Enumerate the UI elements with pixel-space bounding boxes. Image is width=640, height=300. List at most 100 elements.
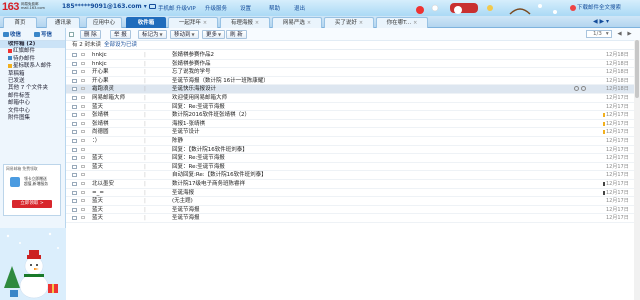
subject-text[interactable]: 数计院17级电子商务班陈睿祥	[172, 180, 245, 189]
sidebar-item-folder[interactable]: 红旗邮件	[0, 48, 65, 55]
table-row[interactable]: 张靖祺 | 海报1-张靖祺 12月17日	[66, 120, 640, 129]
sender-name[interactable]: hnkjc	[92, 60, 140, 69]
link-mobile[interactable]: 手机邮	[158, 4, 175, 12]
sender-name[interactable]: 张靖祺	[92, 111, 140, 120]
table-row[interactable]: 尚德圆 | 圣诞节设计 12月17日	[66, 128, 640, 137]
page-select[interactable]: 1/3 ▾	[586, 30, 612, 38]
table-row[interactable]: 蓝天 | 回复：Re:圣诞节海报 12月17日	[66, 154, 640, 163]
subject-text[interactable]: 回复：Re:圣诞节海报	[172, 163, 225, 172]
close-icon[interactable]: ×	[359, 20, 363, 26]
row-checkbox[interactable]	[72, 216, 77, 221]
tab-poster[interactable]: 有理海报 ×	[220, 17, 270, 28]
link-settings[interactable]: 设置	[240, 4, 251, 12]
row-checkbox[interactable]	[72, 104, 77, 109]
move-to-button[interactable]: 移动到▼	[170, 30, 199, 39]
table-row[interactable]: 蓝天 | 圣诞节海报 12月17日	[66, 206, 640, 215]
subject-text[interactable]: 欢迎使用网易邮箱大师	[172, 94, 227, 103]
subject-text[interactable]: 回复：Re:圣诞节海报	[172, 154, 225, 163]
more-button[interactable]: 更多▼	[202, 30, 226, 39]
subject-text[interactable]: 回复：【数计院16软件班刘泰】	[172, 146, 248, 155]
tab-home[interactable]: 首页	[3, 17, 37, 28]
account-name[interactable]: 185*****9091@163.com ▾	[62, 3, 147, 10]
table-row[interactable]: | 自动回复:Re:【数计院16软件班刘泰】 12月17日	[66, 171, 640, 180]
tab-review[interactable]: 买了说好 ×	[324, 17, 374, 28]
clock-icon[interactable]	[574, 86, 579, 92]
table-row[interactable]: ：） | 陈静 12月17日	[66, 137, 640, 146]
sender-name[interactable]: 蓝天	[92, 206, 140, 215]
row-checkbox[interactable]	[72, 70, 77, 75]
next-page-button[interactable]: ▶	[627, 31, 631, 37]
sidebar-item-folder[interactable]: 邮箱中心	[0, 100, 65, 107]
report-button[interactable]: 举 报	[110, 30, 131, 39]
subject-text[interactable]: 忘了说我的学号	[172, 68, 211, 77]
subject-text[interactable]: 陈静	[172, 137, 183, 146]
subject-text[interactable]: 圣诞节设计	[172, 128, 200, 137]
scrollbar-thumb[interactable]	[635, 40, 639, 98]
sender-name[interactable]: hnkjc	[92, 51, 140, 60]
promo-card[interactable]: 网易邮箱 免费领取 领卡立即赠送 超值,新增服务 立即领取 >	[3, 164, 61, 216]
row-checkbox[interactable]	[72, 173, 77, 178]
table-row[interactable]: 网易邮箱大师 | 欢迎使用网易邮箱大师 12月17日	[66, 94, 640, 103]
table-row[interactable]: hnkjc | 张婧祺参赛作品2 12月18日	[66, 51, 640, 60]
compose-button[interactable]: 写信	[34, 30, 52, 38]
row-checkbox[interactable]	[72, 95, 77, 100]
table-row[interactable]: hnkjc | 张婧祺参赛作品 12月18日	[66, 60, 640, 69]
tab-inbox[interactable]: 收件箱	[126, 17, 166, 28]
close-icon[interactable]: ×	[255, 20, 259, 26]
row-checkbox[interactable]	[72, 199, 77, 204]
sidebar-item-folder[interactable]: 其他 7 个文件夹	[0, 85, 65, 92]
row-checkbox[interactable]	[72, 190, 77, 195]
link-upgrade[interactable]: 升级服务	[205, 4, 227, 12]
sidebar-item-folder[interactable]: 星标联系人邮件	[0, 63, 65, 70]
row-checkbox[interactable]	[72, 138, 77, 143]
receive-button[interactable]: 收信	[3, 30, 21, 38]
sidebar-item-folder[interactable]: 文件中心	[0, 108, 65, 115]
tab-where[interactable]: 你在哪T... ×	[376, 17, 428, 28]
row-checkbox[interactable]	[72, 181, 77, 186]
sender-name[interactable]: 北以墨安	[92, 180, 140, 189]
subject-text[interactable]: 圣诞节海报	[172, 214, 200, 223]
subject-text[interactable]: 圣诞节海报	[172, 206, 200, 215]
close-icon[interactable]: ×	[413, 20, 417, 26]
select-all-checkbox[interactable]	[69, 32, 74, 37]
sender-name[interactable]: 网易邮箱大师	[92, 94, 140, 103]
link-logout[interactable]: 退出	[294, 4, 305, 12]
prev-page-button[interactable]: ◀	[617, 31, 621, 37]
table-row[interactable]: 开心果 | 忘了说我的学号 12月18日	[66, 68, 640, 77]
tab-new-year[interactable]: 一起拜年 ×	[168, 17, 218, 28]
sender-name[interactable]: ：）	[92, 137, 140, 146]
row-checkbox[interactable]	[72, 61, 77, 66]
tab-yanxuan[interactable]: 网易严选 ×	[272, 17, 322, 28]
sender-name[interactable]: 开心果	[92, 77, 140, 86]
delete-icon[interactable]	[581, 86, 586, 92]
mark-all-read-link[interactable]: 全部设为已读	[104, 42, 137, 48]
table-row[interactable]: 开心果 | 圣诞节海报（数计院 16计一班陈康耀） 12月18日	[66, 77, 640, 86]
sender-name[interactable]: 开心果	[92, 68, 140, 77]
row-checkbox[interactable]	[72, 207, 77, 212]
row-checkbox[interactable]	[72, 147, 77, 152]
sender-name[interactable]: 蓝天	[92, 163, 140, 172]
row-checkbox[interactable]	[72, 87, 77, 92]
subject-text[interactable]: 自动回复:Re:【数计院16软件班刘泰】	[172, 171, 267, 180]
sender-name[interactable]: =_=	[92, 189, 140, 198]
table-row[interactable]: 霜跑浪灵 | 圣诞快乐海报设计 12月18日	[66, 85, 640, 94]
close-icon[interactable]: ×	[307, 20, 311, 26]
link-vip[interactable]: 升级VIP	[176, 4, 196, 12]
tab-navigation[interactable]: ◀ ▶ ▾	[593, 18, 609, 25]
subject-text[interactable]: 圣诞节海报（数计院 16计一班陈康耀）	[172, 77, 269, 86]
sender-name[interactable]: 蓝天	[92, 103, 140, 112]
row-checkbox[interactable]	[72, 156, 77, 161]
scrollbar[interactable]	[634, 40, 640, 300]
download-search-link[interactable]: 下载邮件全文搜索	[570, 3, 621, 11]
subject-text[interactable]: 回复：Re:圣诞节海报	[172, 103, 225, 112]
logo[interactable]: 163 网易免费邮 mail.163.com	[2, 1, 58, 14]
mark-as-button[interactable]: 标记为▼	[138, 30, 167, 39]
tab-apps[interactable]: 应用中心	[86, 17, 122, 28]
sender-name[interactable]: 张靖祺	[92, 120, 140, 129]
sidebar-item-folder[interactable]: 草稿箱	[0, 71, 65, 78]
sender-name[interactable]: 蓝天	[92, 154, 140, 163]
table-row[interactable]: =_= | 圣诞海报 12月17日	[66, 189, 640, 198]
subject-text[interactable]: 圣诞快乐海报设计	[172, 85, 216, 94]
promo-button[interactable]: 立即领取 >	[12, 200, 52, 208]
sender-name[interactable]: 霜跑浪灵	[92, 85, 140, 94]
